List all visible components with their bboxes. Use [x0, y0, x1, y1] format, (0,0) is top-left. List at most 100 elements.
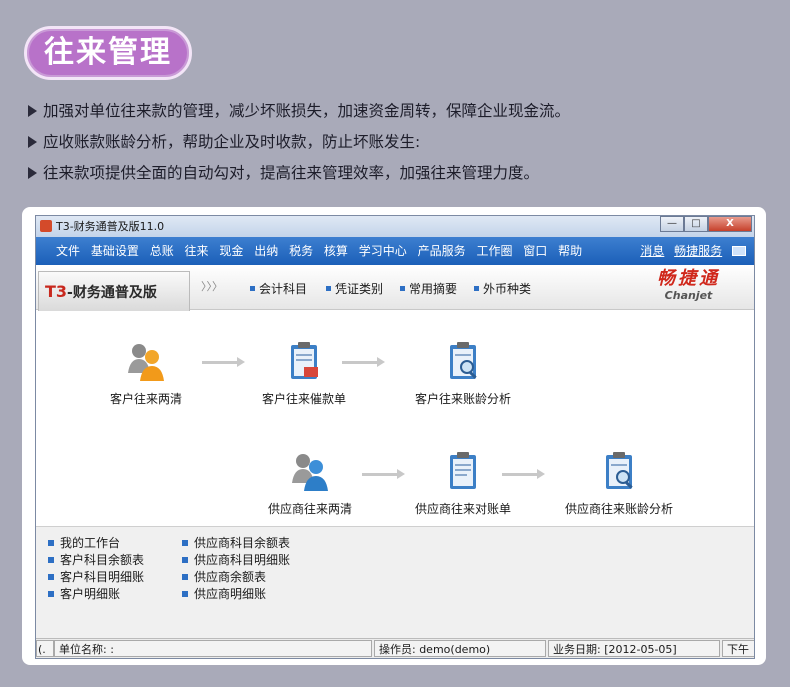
app-window: T3-财务通普及版11.0 — □ X 文件 基础设置 总账 往来 现金 出纳 …	[35, 215, 755, 659]
flow-arrow	[502, 469, 545, 479]
report-link-customer-account-detail[interactable]: 客户科目明细账	[48, 569, 144, 586]
supplier-statement-node[interactable]: 供应商往来对账单	[408, 449, 518, 517]
menu-accounting[interactable]: 核算	[324, 244, 348, 258]
status-fragment: (.	[36, 640, 54, 657]
menu-basic-settings[interactable]: 基础设置	[91, 244, 139, 258]
menu-general-ledger[interactable]: 总账	[150, 244, 174, 258]
bullet-icon	[48, 557, 54, 563]
report-link-supplier-account-detail[interactable]: 供应商科目明细账	[182, 552, 290, 569]
people-icon	[128, 344, 164, 381]
feature-item: 应收账款账龄分析，帮助企业及时收款，防止坏账发生:	[28, 129, 768, 160]
menu-tax[interactable]: 税务	[289, 244, 313, 258]
minimize-button[interactable]: —	[660, 216, 684, 232]
clipboard-magnifier-icon	[606, 452, 633, 489]
brand-tab: T3-财务通普及版	[38, 271, 190, 311]
bullet-icon	[326, 286, 331, 291]
feature-item: 往来款项提供全面的自动勾对，提高往来管理效率，加强往来管理力度。	[28, 160, 768, 191]
workflow-area: 客户往来两清 客户往来催款单 客户往来账龄分析 供应商往来两清 供应商往来对账单…	[36, 311, 754, 526]
menu-learning-center[interactable]: 学习中心	[359, 244, 407, 258]
quick-link-voucher-types[interactable]: 凭证类别	[326, 280, 383, 297]
bullet-icon	[182, 540, 188, 546]
status-unit-name: 单位名称: :	[54, 640, 372, 657]
report-link-customer-detail[interactable]: 客户明细账	[48, 586, 144, 603]
node-label: 供应商往来账龄分析	[564, 502, 673, 516]
menu-window[interactable]: 窗口	[523, 244, 547, 258]
window-controls: — □ X	[660, 216, 752, 232]
toolbar: T3-财务通普及版 〉〉〉 会计科目 凭证类别 常用摘要 外币种类 畅捷通 Ch…	[36, 265, 754, 311]
flow-arrow	[202, 357, 245, 367]
menu-help[interactable]: 帮助	[558, 244, 582, 258]
node-label: 供应商往来对账单	[414, 502, 511, 516]
bullet-icon	[48, 591, 54, 597]
bullet-icon	[400, 286, 405, 291]
menu-cashier[interactable]: 出纳	[254, 244, 278, 258]
app-icon	[40, 220, 52, 232]
report-link-customer-account-balance[interactable]: 客户科目余额表	[48, 552, 144, 569]
feature-text: 应收账款账龄分析，帮助企业及时收款，防止坏账发生:	[43, 133, 421, 151]
report-column-1: 我的工作台 客户科目余额表 客户科目明细账 客户明细账	[48, 535, 144, 603]
bullet-icon	[182, 557, 188, 563]
service-link[interactable]: 畅捷服务	[674, 244, 722, 258]
feature-list: 加强对单位往来款的管理，减少坏账损失，加速资金周转，保障企业现金流。 应收账款账…	[28, 98, 768, 191]
menu-bar: 文件 基础设置 总账 往来 现金 出纳 税务 核算 学习中心 产品服务 工作圈 …	[36, 237, 754, 265]
customer-two-clear-node[interactable]: 客户往来两清	[98, 339, 194, 407]
feature-item: 加强对单位往来款的管理，减少坏账损失，加速资金周转，保障企业现金流。	[28, 98, 768, 129]
menu-work-circle[interactable]: 工作圈	[476, 244, 512, 258]
message-link[interactable]: 消息	[640, 244, 664, 258]
triangle-bullet-icon	[28, 136, 37, 148]
feature-text: 往来款项提供全面的自动勾对，提高往来管理效率，加强往来管理力度。	[43, 164, 540, 182]
status-operator: 操作员: demo(demo)	[374, 640, 546, 657]
clipboard-magnifier-icon	[450, 342, 477, 379]
window-title: T3-财务通普及版11.0	[56, 220, 165, 233]
maximize-button[interactable]: □	[684, 216, 708, 232]
bullet-icon	[474, 286, 479, 291]
brand-prefix: T3	[45, 282, 68, 301]
status-time-period: 下午	[722, 640, 754, 657]
quick-link-common-summaries[interactable]: 常用摘要	[400, 280, 457, 297]
triangle-bullet-icon	[28, 105, 37, 117]
supplier-aging-node[interactable]: 供应商往来账龄分析	[558, 449, 680, 517]
screenshot-frame: T3-财务通普及版11.0 — □ X 文件 基础设置 总账 往来 现金 出纳 …	[22, 207, 766, 665]
node-label: 客户往来账龄分析	[414, 392, 511, 406]
node-label: 客户往来催款单	[261, 392, 346, 406]
feature-text: 加强对单位往来款的管理，减少坏账损失，加速资金周转，保障企业现金流。	[43, 102, 571, 120]
customer-aging-node[interactable]: 客户往来账龄分析	[408, 339, 518, 407]
report-column-2: 供应商科目余额表 供应商科目明细账 供应商余额表 供应商明细账	[182, 535, 290, 603]
menu-right-links: 消息 畅捷服务	[634, 237, 746, 265]
bullet-icon	[48, 574, 54, 580]
report-link-supplier-balance[interactable]: 供应商余额表	[182, 569, 290, 586]
flow-arrow	[362, 469, 405, 479]
bullet-icon	[182, 591, 188, 597]
bullet-icon	[250, 286, 255, 291]
menu-file[interactable]: 文件	[56, 244, 80, 258]
flow-arrow	[342, 357, 385, 367]
people-icon	[292, 454, 328, 491]
node-label: 供应商往来两清	[267, 502, 352, 516]
report-link-supplier-detail[interactable]: 供应商明细账	[182, 586, 290, 603]
menu-product-service[interactable]: 产品服务	[418, 244, 466, 258]
status-bar: (. 单位名称: : 操作员: demo(demo) 业务日期: [2012-0…	[36, 638, 754, 658]
node-label: 客户往来两清	[109, 392, 182, 406]
customer-dunning-node[interactable]: 客户往来催款单	[254, 339, 354, 407]
clipboard-icon	[450, 452, 476, 489]
bullet-icon	[48, 540, 54, 546]
window-titlebar: T3-财务通普及版11.0 — □ X	[36, 216, 754, 237]
menu-cash[interactable]: 现金	[219, 244, 243, 258]
report-link-my-workbench[interactable]: 我的工作台	[48, 535, 144, 552]
bullet-icon	[182, 574, 188, 580]
status-business-date: 业务日期: [2012-05-05]	[548, 640, 720, 657]
service-icon[interactable]	[732, 246, 746, 256]
chanjet-logo: 畅捷通 Chanjet	[657, 268, 720, 303]
triangle-bullet-icon	[28, 167, 37, 179]
page-heading: 往来管理	[24, 26, 192, 80]
brand-name: -财务通普及版	[67, 285, 157, 301]
quick-link-accounts[interactable]: 会计科目	[250, 280, 307, 297]
report-link-supplier-account-balance[interactable]: 供应商科目余额表	[182, 535, 290, 552]
report-links-panel: 我的工作台 客户科目余额表 客户科目明细账 客户明细账 供应商科目余额表 供应商…	[36, 526, 754, 640]
supplier-two-clear-node[interactable]: 供应商往来两清	[254, 449, 366, 517]
chevron-icon[interactable]: 〉〉〉	[201, 278, 223, 294]
close-button[interactable]: X	[708, 216, 752, 232]
clipboard-icon	[291, 342, 318, 379]
menu-accounts[interactable]: 往来	[185, 244, 209, 258]
quick-link-currencies[interactable]: 外币种类	[474, 280, 531, 297]
